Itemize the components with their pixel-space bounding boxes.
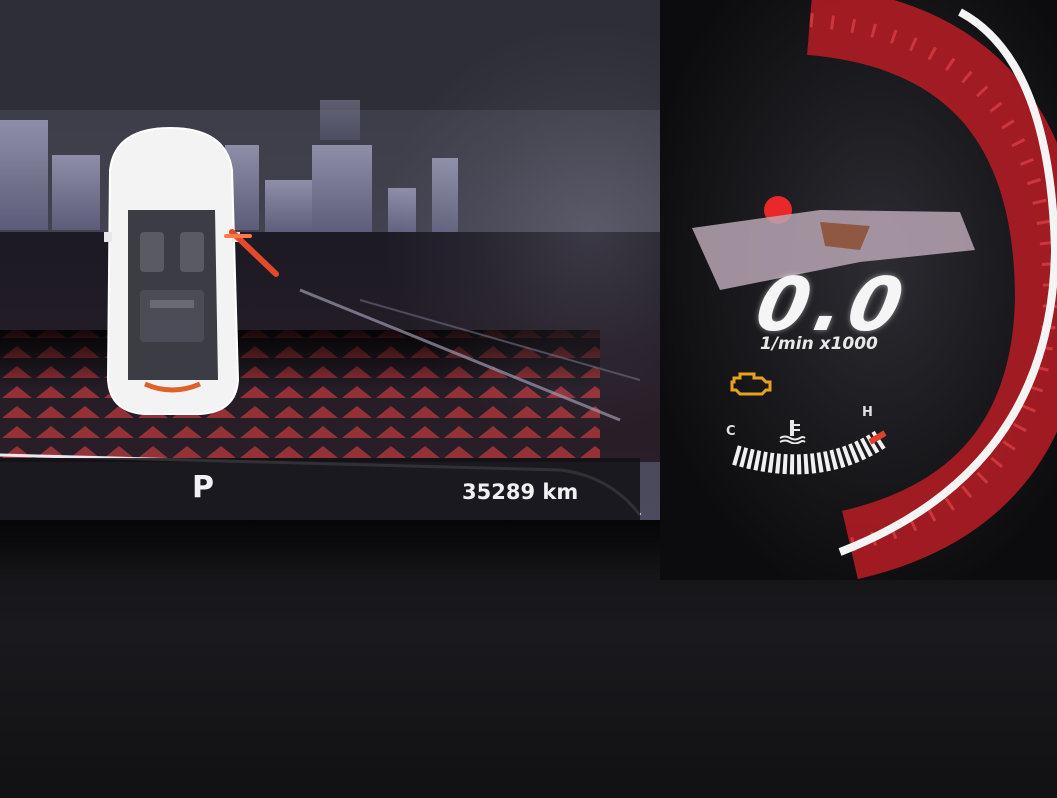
temp-cold-label: C [726, 424, 736, 439]
coolant-temp-icon [779, 420, 806, 444]
rpm-digital-readout: 0.0 [748, 262, 917, 348]
temp-hot-label: H [862, 405, 873, 420]
door-status-view [0, 0, 700, 520]
gear-position-indicator: P [192, 470, 215, 505]
digital-display-screen [0, 0, 700, 520]
rpm-unit-label: 1/min x1000 [760, 334, 878, 354]
odometer-reading: 35289 km [462, 480, 579, 504]
check-engine-icon [730, 372, 772, 396]
car-top-view-icon [104, 126, 240, 415]
instrument-cluster-photo: P 35289 km 0.0 1/min x1000 C H [0, 0, 1057, 798]
